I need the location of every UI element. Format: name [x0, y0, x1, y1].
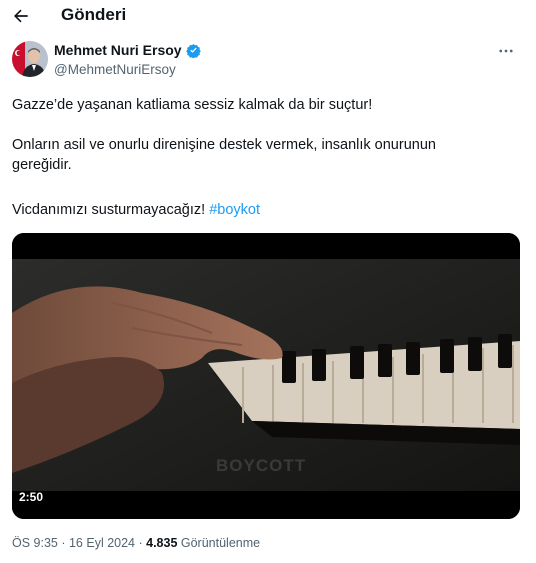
meta-separator-2: ·	[135, 536, 147, 550]
author-handle[interactable]: @MehmetNuriErsoy	[54, 62, 176, 77]
tweet-line-3: gereğidir.	[12, 157, 72, 173]
video-thumbnail: BOYCOTT	[12, 233, 520, 519]
video-player[interactable]: BOYCOTT	[12, 233, 520, 519]
video-overlay-text: BOYCOTT	[216, 456, 306, 475]
tweet-date[interactable]: 16 Eyl 2024	[69, 536, 135, 550]
tweet-line-2: Onların asil ve onurlu direnişine destek…	[12, 137, 436, 153]
verified-badge-icon	[185, 43, 201, 58]
arrow-left-icon	[14, 9, 28, 23]
tweet-line-1: Gazze’de yaşanan katliama sessiz kalmak …	[12, 97, 373, 113]
view-label: Görüntülenme	[177, 536, 261, 550]
back-button[interactable]	[9, 4, 33, 28]
more-button[interactable]	[494, 41, 518, 61]
tweet-meta: ÖS 9:35 · 16 Eyl 2024 · 4.835 Görüntülen…	[12, 536, 260, 550]
tweet-line-4-text: Vicdanımızı susturmayacağız!	[12, 202, 210, 218]
meta-separator-1: ·	[57, 536, 69, 550]
more-horizontal-icon	[499, 49, 513, 53]
tweet-author: Mehmet Nuri Ersoy @MehmetNuriErsoy	[12, 41, 524, 81]
avatar[interactable]	[12, 41, 48, 77]
view-count: 4.835	[146, 536, 178, 550]
tweet-time[interactable]: ÖS 9:35	[12, 536, 58, 550]
page-title: Gönderi	[61, 5, 127, 24]
author-name[interactable]: Mehmet Nuri Ersoy	[54, 42, 182, 58]
top-bar: Gönderi	[0, 0, 536, 32]
video-duration: 2:50	[19, 490, 44, 504]
tweet-line-4: Vicdanımızı susturmayacağız! #boykot	[12, 200, 260, 220]
hashtag-link[interactable]: #boykot	[209, 202, 260, 218]
